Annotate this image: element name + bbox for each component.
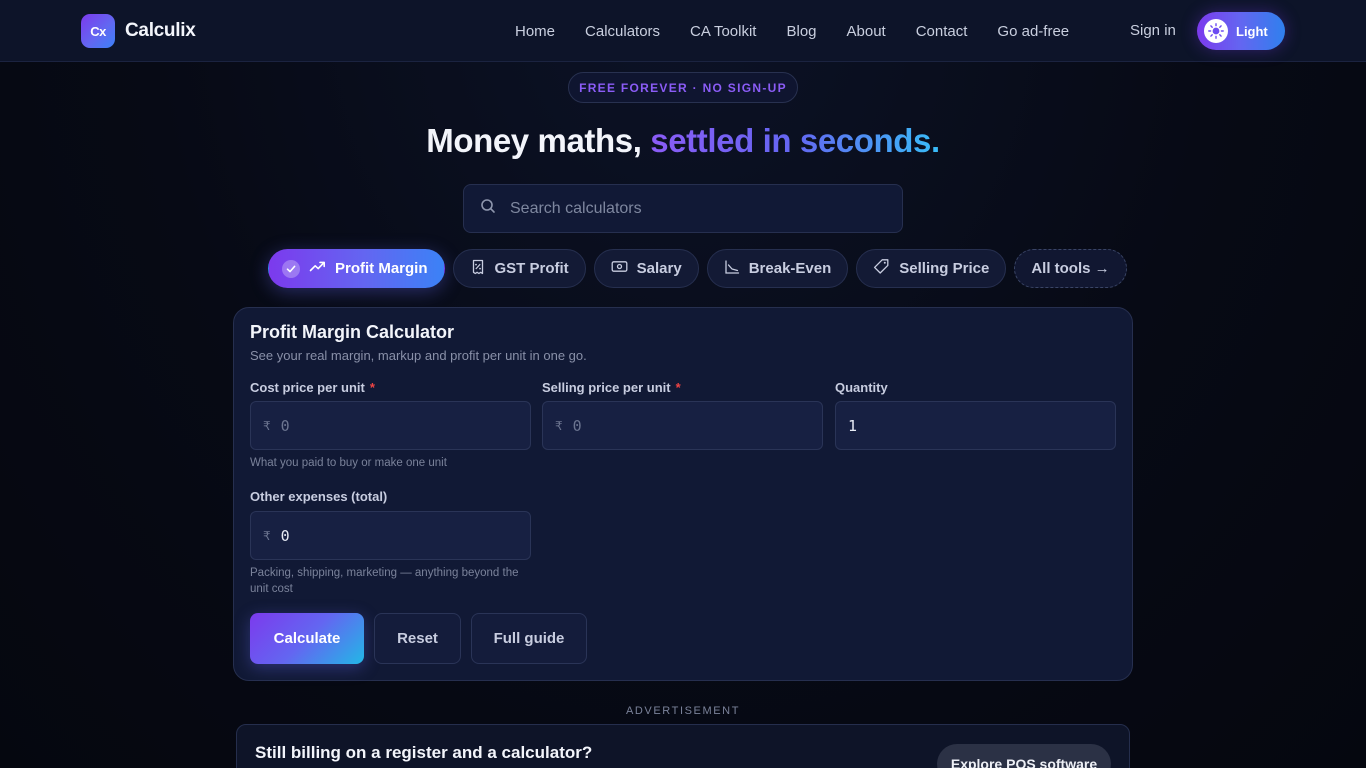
search-input[interactable]: [510, 199, 870, 218]
logo-mark: Cx: [81, 14, 115, 48]
nav-link-about[interactable]: About: [832, 23, 901, 40]
calculator-subtitle: See your real margin, markup and profit …: [250, 348, 587, 363]
rupee-symbol: ₹: [263, 418, 271, 433]
other-expenses-label: Other expenses (total): [250, 489, 388, 504]
cost-price-label-text: Cost price per unit: [250, 380, 365, 395]
line-chart-icon: [724, 259, 740, 279]
selling-price-label: Selling price per unit *: [542, 380, 681, 395]
nav-link-go-ad-free[interactable]: Go ad-free: [982, 23, 1084, 40]
cost-price-hint: What you paid to buy or make one unit: [250, 457, 447, 469]
explore-pos-button[interactable]: Explore POS software: [937, 744, 1111, 768]
tab-salary[interactable]: Salary: [593, 249, 699, 288]
nav-link-contact[interactable]: Contact: [901, 23, 983, 40]
other-expenses-value: 0: [280, 526, 290, 545]
search-bar: [463, 184, 903, 233]
nav-links: Home Calculators CA Toolkit Blog About C…: [500, 0, 1084, 62]
tab-label: Profit Margin: [335, 260, 428, 277]
top-navbar: Cx Calculix Home Calculators CA Toolkit …: [0, 0, 1366, 62]
nav-link-blog[interactable]: Blog: [771, 23, 831, 40]
theme-toggle-button[interactable]: Light: [1197, 12, 1285, 50]
sign-in-link[interactable]: Sign in: [1130, 22, 1176, 39]
hero-title: Money maths, settled in seconds.: [0, 122, 1366, 160]
selling-price-input[interactable]: ₹ 0: [542, 401, 823, 450]
search-icon: [480, 198, 496, 219]
tab-break-even[interactable]: Break-Even: [706, 249, 849, 288]
advertisement-banner[interactable]: Still billing on a register and a calcul…: [236, 724, 1130, 768]
nav-link-home[interactable]: Home: [500, 23, 570, 40]
tab-gst-profit[interactable]: GST Profit: [452, 249, 586, 288]
banknote-icon: [611, 258, 628, 279]
hero-title-accent: settled in seconds.: [650, 122, 940, 159]
tab-profit-margin[interactable]: Profit Margin: [268, 249, 445, 288]
rupee-symbol: ₹: [263, 528, 271, 543]
other-expenses-input[interactable]: ₹ 0: [250, 511, 531, 560]
all-tools-button[interactable]: All tools →: [1014, 249, 1127, 288]
hero-badge: FREE FOREVER · NO SIGN-UP: [568, 72, 798, 103]
quantity-label: Quantity: [835, 380, 888, 395]
full-guide-button[interactable]: Full guide: [471, 613, 587, 664]
tab-label: Salary: [636, 260, 682, 277]
advertisement-label: ADVERTISEMENT: [625, 705, 741, 717]
other-expenses-hint: Packing, shipping, marketing — anything …: [250, 567, 519, 595]
cost-price-placeholder: 0: [280, 416, 290, 435]
cost-price-label: Cost price per unit *: [250, 380, 375, 395]
selling-price-placeholder: 0: [572, 416, 582, 435]
tab-selling-price[interactable]: Selling Price: [856, 249, 1007, 288]
tag-icon: [873, 258, 890, 279]
quantity-input[interactable]: 1: [835, 401, 1116, 450]
brand-logo[interactable]: Cx Calculix: [81, 14, 196, 48]
receipt-percent-icon: [470, 259, 486, 279]
calculator-title: Profit Margin Calculator: [250, 322, 455, 342]
required-marker: *: [369, 380, 375, 395]
theme-toggle-label: Light: [1236, 23, 1268, 39]
ad-title: Still billing on a register and a calcul…: [255, 743, 593, 762]
hero-title-plain: Money maths,: [426, 122, 651, 159]
calculator-tabs: Profit Margin GST Profit Salary Break-Ev…: [268, 249, 1127, 288]
tab-label: GST Profit: [494, 260, 569, 277]
required-marker: *: [675, 380, 681, 395]
nav-link-ca-toolkit[interactable]: CA Toolkit: [675, 23, 771, 40]
quantity-value: 1: [848, 416, 858, 435]
nav-link-calculators[interactable]: Calculators: [570, 23, 675, 40]
tab-label: Break-Even: [748, 260, 832, 277]
reset-button[interactable]: Reset: [374, 613, 461, 664]
brand-name: Calculix: [125, 20, 196, 41]
sun-icon: [1204, 19, 1228, 43]
check-icon: [282, 259, 300, 278]
trending-up-icon: [309, 258, 326, 279]
tab-label: Selling Price: [899, 260, 990, 277]
rupee-symbol: ₹: [555, 418, 563, 433]
calculate-button[interactable]: Calculate: [250, 613, 364, 664]
cost-price-input[interactable]: ₹ 0: [250, 401, 531, 450]
profit-margin-calculator-card: Profit Margin Calculator See your real m…: [233, 307, 1133, 681]
selling-price-label-text: Selling price per unit: [542, 380, 671, 395]
